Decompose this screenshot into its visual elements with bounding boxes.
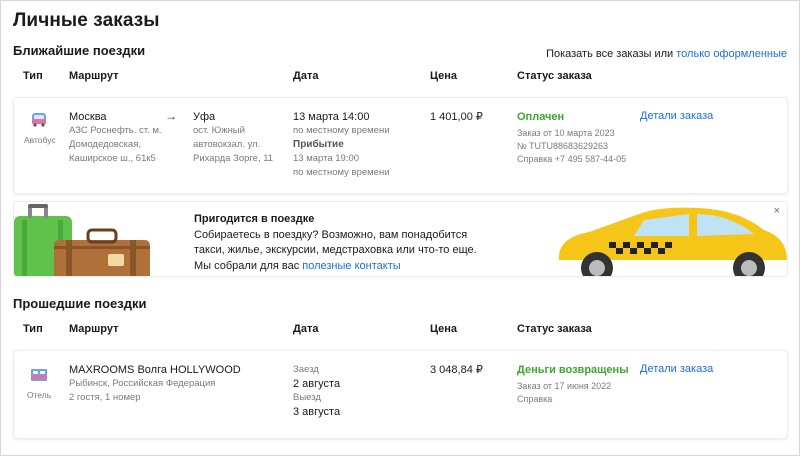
travel-tips-banner: Пригодится в поездке Собираетесь в поезд… (13, 201, 788, 277)
type-label: Автобус (24, 135, 56, 145)
col-route: Маршрут (69, 323, 119, 335)
checkin-date: 2 августа (293, 378, 341, 390)
luggage-illustration (14, 204, 150, 276)
page-title: Личные заказы (13, 10, 160, 31)
from-city: Москва (69, 111, 107, 123)
order-details-link[interactable]: Детали заказа (640, 363, 713, 375)
guests: 2 гостя, 1 номер (69, 392, 141, 403)
upcoming-table-header: Тип Маршрут Дата Цена Статус заказа (1, 70, 800, 86)
type-cell: Автобус (24, 112, 56, 145)
route-to: Уфа ост. Южный автовокзал. ул. Рихарда З… (193, 110, 293, 166)
banner-line-prefix: Мы собрали для вас (194, 259, 303, 272)
order-details-link[interactable]: Детали заказа (640, 110, 713, 122)
past-heading: Прошедшие поездки (13, 296, 147, 311)
only-issued-link[interactable]: только оформленные (676, 48, 787, 60)
past-order-card[interactable]: Отель MAXROOMS Волга HOLLYWOOD Рыбинск, … (13, 350, 788, 439)
banner-line: такси, жилье, экскурсии, медстраховка ил… (194, 244, 477, 256)
arrive-note: по местному времени (293, 167, 390, 178)
hotel-cell: MAXROOMS Волга HOLLYWOOD Рыбинск, Россий… (69, 363, 269, 405)
hotel-location: Рыбинск, Российская Федерация (69, 378, 216, 389)
col-date: Дата (293, 323, 319, 335)
help-text: Справка (517, 394, 553, 404)
arrive-date: 13 марта 19:00 (293, 153, 360, 164)
depart-note: по местному времени (293, 125, 390, 136)
checkout-label: Выезд (293, 392, 321, 403)
to-city: Уфа (193, 111, 216, 123)
col-type: Тип (23, 70, 43, 82)
status-badge: Деньги возвращены (517, 364, 629, 376)
close-icon[interactable]: × (774, 205, 780, 217)
checkout-date: 3 августа (293, 406, 341, 418)
bus-icon (32, 113, 46, 127)
banner-line: Мы собрали для вас полезные контакты (194, 259, 524, 275)
hotel-name: MAXROOMS Волга HOLLYWOOD (69, 364, 241, 376)
taxi-illustration (558, 207, 787, 276)
date-cell: Заезд 2 августа Выезд 3 августа (293, 363, 413, 419)
status-cell: Оплачен Заказ от 10 марта 2023 № TUTU886… (517, 110, 642, 166)
arrival-label: Прибытие (293, 139, 344, 150)
to-place-line: ост. Южный (193, 125, 245, 136)
to-place-line: Рихарда Зорге, 11 (193, 153, 274, 164)
col-status: Статус заказа (517, 70, 592, 82)
upcoming-heading: Ближайшие поездки (13, 43, 146, 58)
to-place-line: автовокзал. ул. (193, 139, 261, 150)
depart-date: 13 марта 14:00 (293, 111, 370, 123)
price: 1 401,00 ₽ (430, 111, 483, 123)
col-date: Дата (293, 70, 319, 82)
route-from: Москва АЗС Роснефть. ст. м. Домодедовска… (69, 110, 179, 166)
date-cell: 13 марта 14:00 по местному времени Прибы… (293, 110, 413, 180)
col-type: Тип (23, 323, 43, 335)
price: 3 048,84 ₽ (430, 364, 483, 376)
upcoming-order-card[interactable]: Автобус Москва АЗС Роснефть. ст. м. Домо… (13, 97, 788, 194)
type-label: Отель (26, 390, 52, 400)
show-all-orders: Показать все заказы или только оформленн… (546, 48, 787, 60)
from-place-line: Домодедовская, (69, 139, 141, 150)
show-all-prefix: Показать все заказы или (546, 48, 677, 60)
arrow-right-icon: → (165, 109, 177, 123)
col-price: Цена (430, 70, 458, 82)
order-date: Заказ от 10 марта 2023 (517, 128, 615, 138)
banner-text: Пригодится в поездке Собираетесь в поезд… (194, 212, 524, 274)
order-number: № TUTU88683629263 (517, 141, 609, 151)
help-phone: Справка +7 495 587-44-05 (517, 154, 627, 164)
bed-icon (31, 369, 47, 381)
col-route: Маршрут (69, 70, 119, 82)
from-place-line: АЗС Роснефть. ст. м. (69, 125, 162, 136)
past-table-header: Тип Маршрут Дата Цена Статус заказа (1, 323, 800, 339)
banner-line: Собираетесь в поездку? Возможно, вам пон… (194, 228, 468, 241)
from-place-line: Каширское ш., 61к5 (69, 153, 156, 164)
checkin-label: Заезд (293, 364, 319, 375)
useful-contacts-link[interactable]: полезные контакты (302, 260, 400, 272)
status-badge: Оплачен (517, 111, 565, 123)
col-price: Цена (430, 323, 458, 335)
banner-title: Пригодится в поездке (194, 213, 315, 225)
page-frame: Личные заказы Ближайшие поездки Показать… (0, 0, 800, 456)
status-cell: Деньги возвращены Заказ от 17 июня 2022 … (517, 363, 642, 406)
col-status: Статус заказа (517, 323, 592, 335)
order-date: Заказ от 17 июня 2022 (517, 381, 612, 391)
type-cell: Отель (24, 367, 54, 400)
